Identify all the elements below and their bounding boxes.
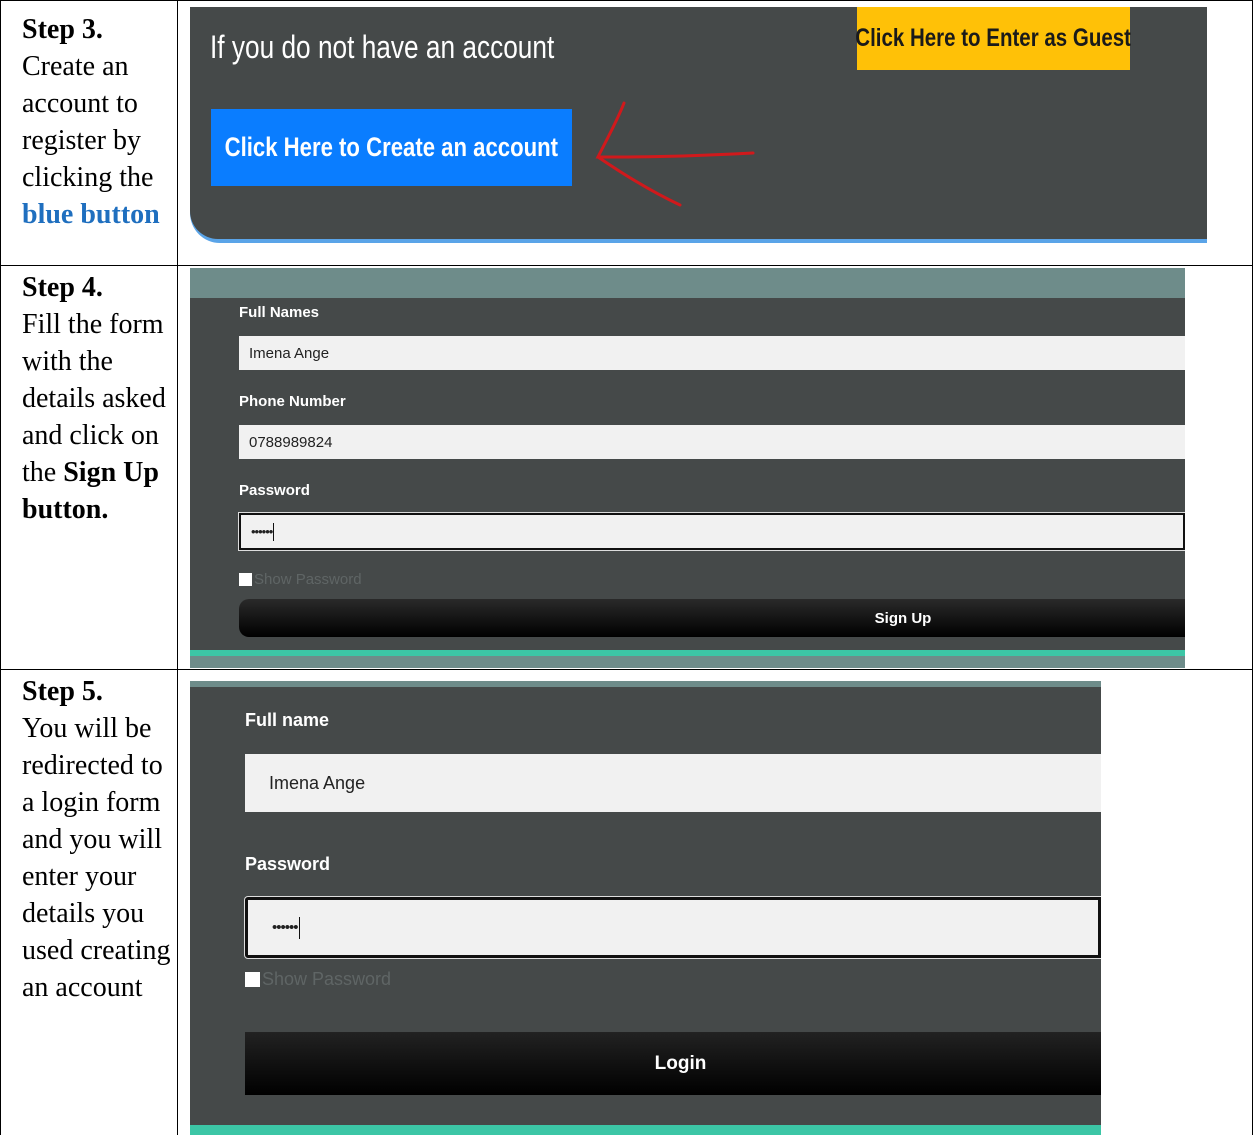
full-names-label: Full Names [239, 304, 320, 321]
step3-blue-button-highlight: blue button [22, 199, 160, 230]
sign-up-button-label: Sign Up [874, 609, 932, 627]
full-names-value: Imena Ange [249, 344, 330, 362]
sign-up-button[interactable]: Sign Up [239, 599, 1185, 637]
step4-heading: Step 4. [22, 272, 103, 303]
phone-number-value: 0788989824 [249, 433, 333, 451]
show-password-label: Show Password [254, 571, 362, 588]
full-names-input[interactable]: Imena Ange [239, 336, 1185, 370]
table-row-divider-2 [0, 669, 1253, 670]
step5-instructions: Step 5. You will be redirected to a logi… [22, 673, 172, 1006]
accent-strip [190, 650, 1185, 656]
full-name-label: Full name [245, 710, 330, 730]
form-bottom-bar [190, 650, 1185, 668]
checkbox-icon[interactable] [239, 573, 252, 586]
show-password-label: Show Password [262, 969, 392, 989]
signup-form-screenshot: Full Names Imena Ange Phone Number 07889… [190, 268, 1185, 668]
password-label: Password [245, 854, 331, 874]
form-top-bar [190, 681, 1101, 687]
login-button[interactable]: Login [245, 1032, 1101, 1095]
table-column-divider [177, 0, 178, 1135]
password-value: •••••• [251, 524, 273, 539]
table-border-top [0, 0, 1253, 1]
accent-strip [190, 1125, 1101, 1135]
login-button-label: Login [654, 1052, 707, 1074]
password-value: •••••• [272, 919, 298, 936]
password-input[interactable]: •••••• [239, 513, 1185, 550]
full-name-input[interactable]: Imena Ange [245, 754, 1101, 812]
phone-number-input[interactable]: 0788989824 [239, 425, 1185, 459]
full-name-value: Imena Ange [269, 772, 366, 793]
password-label: Password [239, 482, 310, 499]
step3-instructions: Step 3. Create an account to register by… [22, 11, 172, 233]
text-caret [298, 916, 300, 939]
step5-heading: Step 5. [22, 676, 103, 707]
password-input[interactable]: •••••• [245, 897, 1101, 958]
step5-body: You will be redirected to a login form a… [22, 713, 171, 1003]
step4-instructions: Step 4. Fill the form with the details a… [22, 269, 172, 528]
red-arrow-annotation-icon [595, 101, 755, 207]
show-password-row[interactable]: Show Password [245, 969, 391, 990]
create-account-screenshot: If you do not have an account Click Here… [190, 7, 1207, 243]
checkbox-icon[interactable] [245, 972, 260, 987]
step3-body: Create an account to register by clickin… [22, 51, 154, 193]
table-border-left [0, 0, 1, 1135]
login-form-screenshot: Full name Imena Ange Password •••••• Sho… [190, 681, 1101, 1135]
table-row-divider-1 [0, 265, 1253, 266]
step3-heading: Step 3. [22, 14, 103, 45]
show-password-row[interactable]: Show Password [239, 571, 362, 588]
phone-number-label: Phone Number [239, 393, 346, 410]
text-caret [273, 522, 275, 541]
form-top-bar [190, 268, 1185, 298]
